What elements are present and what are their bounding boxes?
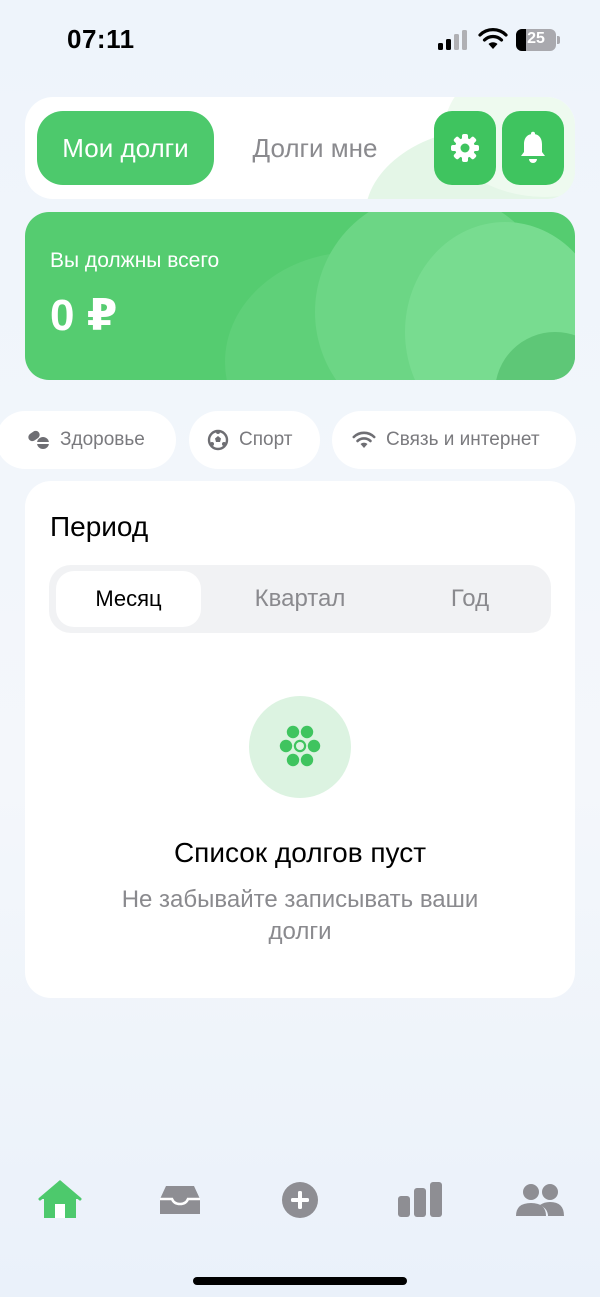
stats-icon (398, 1182, 442, 1217)
balance-value: 0 ₽ (50, 291, 118, 340)
header-card: Мои долги Долги мне (25, 97, 575, 199)
category-label: Спорт (239, 429, 293, 450)
category-chips: Здоровье Спорт Связь и интернет (0, 411, 600, 469)
dots-icon (279, 725, 321, 767)
balance-label: Вы должны всего (50, 249, 220, 272)
inbox-icon (160, 1186, 200, 1214)
category-chip-sport[interactable]: Спорт (189, 411, 320, 469)
add-icon (282, 1182, 318, 1218)
category-label: Здоровье (60, 429, 145, 450)
nav-stats[interactable] (390, 1170, 450, 1230)
empty-state-icon (249, 696, 351, 798)
nav-home[interactable] (30, 1170, 90, 1230)
period-option-year[interactable]: Год (389, 565, 551, 633)
settings-button[interactable] (434, 111, 496, 185)
bottom-nav (0, 1170, 600, 1230)
battery-icon: 25 (516, 29, 560, 51)
battery-level: 25 (527, 30, 545, 47)
nav-add[interactable] (270, 1170, 330, 1230)
empty-state-title: Список долгов пуст (173, 837, 427, 868)
soccer-ball-icon (207, 429, 229, 451)
home-indicator[interactable] (193, 1277, 407, 1285)
period-option-month[interactable]: Месяц (56, 571, 201, 627)
period-title: Период (50, 511, 149, 542)
category-chip-health[interactable]: Здоровье (0, 411, 176, 469)
people-icon (516, 1184, 564, 1216)
pills-icon (28, 430, 49, 449)
period-option-quarter[interactable]: Квартал (219, 565, 381, 633)
tab-debts-to-me[interactable]: Долги мне (230, 111, 400, 185)
gear-icon (451, 134, 479, 162)
wifi-icon (352, 431, 376, 448)
notifications-button[interactable] (502, 111, 564, 185)
balance-card: Вы должны всего 0 ₽ (25, 212, 575, 380)
signal-icon (438, 30, 467, 50)
home-icon (38, 1180, 82, 1218)
status-time: 07:11 (67, 24, 135, 54)
period-selector: Месяц Квартал Год (49, 565, 551, 633)
category-chip-internet[interactable]: Связь и интернет (332, 411, 576, 469)
nav-people[interactable] (510, 1170, 570, 1230)
nav-inbox[interactable] (150, 1170, 210, 1230)
period-card: Период Месяц Квартал Год Список долгов п… (25, 481, 575, 998)
wifi-status-icon (478, 28, 508, 49)
empty-state-subtitle: Не забывайте записывать ваши долги (121, 886, 479, 945)
category-label: Связь и интернет (386, 429, 540, 450)
tab-my-debts[interactable]: Мои долги (37, 111, 214, 185)
bell-icon (521, 131, 545, 163)
status-bar: 07:11 25 (0, 0, 600, 80)
